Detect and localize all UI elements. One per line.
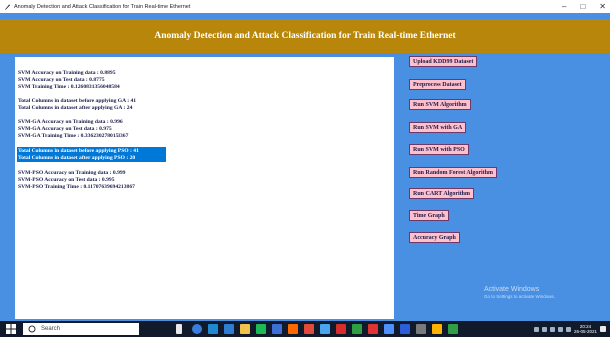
search-icon: [28, 325, 36, 333]
accuracy-graph-button[interactable]: Accuracy Graph: [409, 232, 460, 243]
maximize-button[interactable]: □: [580, 0, 585, 13]
user-icon[interactable]: [533, 326, 539, 332]
wifi-icon[interactable]: [557, 326, 563, 332]
header-band: Anomaly Detection and Attack Classificat…: [0, 19, 610, 53]
app-icon-1[interactable]: [272, 324, 282, 334]
store-icon[interactable]: [256, 324, 266, 334]
battery-icon[interactable]: [549, 326, 555, 332]
window-title: Anomaly Detection and Attack Classificat…: [14, 3, 191, 10]
app-icon-6[interactable]: [352, 324, 362, 334]
close-button[interactable]: ✕: [599, 0, 606, 13]
app-icon-9[interactable]: [416, 324, 426, 334]
output-text-area[interactable]: SVM Accuracy on Training data : 0.8895 S…: [15, 57, 394, 319]
console-line-selected: Total Columns in dataset after applying …: [17, 154, 166, 162]
clock-date: 26-05-2021: [573, 329, 597, 334]
app-icon-8[interactable]: [384, 324, 394, 334]
run-random-forest-button[interactable]: Run Random Forest Algorithm: [409, 167, 498, 178]
app-icon-7[interactable]: [368, 324, 378, 334]
mail-icon[interactable]: [224, 324, 234, 334]
run-svm-pso-button[interactable]: Run SVM with PSO: [409, 144, 469, 155]
app-icon-2[interactable]: [288, 324, 298, 334]
system-tray: 20:24 26-05-2021: [533, 321, 606, 337]
python-icon[interactable]: [432, 324, 442, 334]
console-line: Total Columns in dataset after applying …: [18, 105, 133, 111]
task-view-icon[interactable]: [192, 324, 202, 334]
app-body: Anomaly Detection and Attack Classificat…: [0, 13, 610, 321]
taskbar-search-box[interactable]: Search: [23, 323, 139, 335]
app-icon-5[interactable]: [336, 324, 346, 334]
run-svm-ga-button[interactable]: Run SVM with GA: [409, 122, 467, 133]
notifications-icon[interactable]: [600, 326, 606, 332]
taskbar: Search 20:24 26-05-2021: [0, 321, 610, 337]
minimize-button[interactable]: –: [562, 0, 566, 13]
watermark-subtitle: Go to Settings to activate Windows.: [484, 294, 556, 299]
window-titlebar: Anomaly Detection and Attack Classificat…: [0, 0, 610, 13]
app-icon-10[interactable]: [448, 324, 458, 334]
console-line: SVM-GA Training Time : 0.336230278015l36…: [18, 133, 129, 139]
search-placeholder: Search: [41, 326, 61, 332]
word-icon[interactable]: [400, 324, 410, 334]
taskbar-clock[interactable]: 20:24 26-05-2021: [574, 324, 597, 334]
window-controls: – □ ✕: [562, 0, 606, 13]
microphone-icon[interactable]: [176, 324, 182, 334]
time-graph-button[interactable]: Time Graph: [409, 210, 449, 221]
edge-browser-icon[interactable]: [208, 324, 218, 334]
console-line: SVM-PSO Training Time : 0.11707639694213…: [18, 184, 135, 190]
activate-windows-watermark: Activate Windows Go to Settings to activ…: [484, 286, 555, 299]
upload-dataset-button[interactable]: Upload KDD99 Dataset: [409, 56, 478, 67]
run-cart-button[interactable]: Run CART Algorithm: [409, 188, 475, 199]
app-feather-icon: [4, 3, 11, 10]
app-icon-3[interactable]: [304, 324, 314, 334]
preprocess-dataset-button[interactable]: Preprocess Dataset: [409, 79, 466, 90]
page-title: Anomaly Detection and Attack Classificat…: [154, 31, 456, 41]
windows-start-icon[interactable]: [6, 324, 16, 334]
volume-icon[interactable]: [565, 326, 571, 332]
watermark-title: Activate Windows: [484, 286, 540, 293]
chevron-up-icon[interactable]: [541, 326, 547, 332]
app-icon-4[interactable]: [320, 324, 330, 334]
run-svm-button[interactable]: Run SVM Algorithm: [409, 99, 471, 110]
console-line: SVM Training Time : 0.1260831356048584: [18, 84, 120, 90]
file-explorer-icon[interactable]: [240, 324, 250, 334]
